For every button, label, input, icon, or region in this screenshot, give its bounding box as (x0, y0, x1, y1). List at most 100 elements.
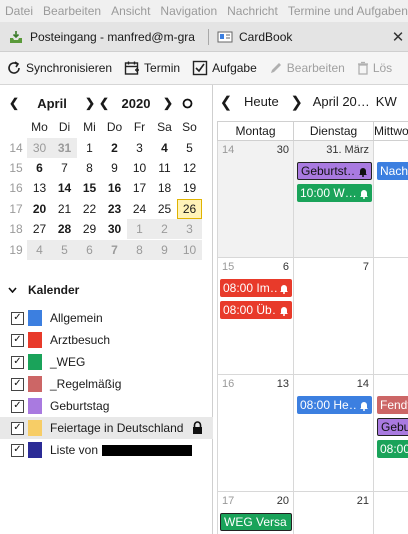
calendar-event[interactable]: 08:00 Üb… (220, 301, 292, 319)
minical-day[interactable]: 7 (52, 158, 77, 178)
minical-day[interactable]: 14 (52, 178, 77, 198)
minical-day[interactable]: 2 (102, 138, 127, 158)
tab-cardbook[interactable]: CardBook (209, 22, 388, 51)
week-number[interactable]: 14 (5, 141, 27, 155)
minical-day[interactable]: 16 (102, 178, 127, 198)
prev-year-icon[interactable]: ❮ (98, 96, 110, 110)
menu-item-5[interactable]: Termine und Aufgaben (283, 4, 408, 18)
minical-day[interactable]: 3 (177, 219, 202, 240)
next-period-icon[interactable]: ❯ (285, 93, 309, 111)
minical-day[interactable]: 6 (77, 239, 102, 260)
today-button[interactable]: Heute (244, 94, 279, 109)
minical-day[interactable]: 5 (52, 239, 77, 260)
prev-period-icon[interactable]: ❮ (214, 93, 238, 111)
calendar-item[interactable]: ✓ Geburtstag (8, 395, 208, 417)
calendar-event[interactable]: Geburtst… (297, 162, 372, 180)
minical-day[interactable]: 3 (127, 138, 152, 158)
menu-item-4[interactable]: Nachricht (222, 4, 283, 18)
day-cell[interactable] (374, 258, 408, 375)
minical-day[interactable]: 1 (77, 138, 102, 158)
day-cell[interactable] (374, 492, 408, 534)
day-cell[interactable]: 7 (294, 258, 374, 375)
minical-day-today[interactable]: 26 (177, 198, 202, 219)
minical-day[interactable]: 9 (152, 239, 177, 260)
minical-day[interactable]: 17 (127, 178, 152, 198)
day-cell[interactable]: 14 30 (217, 141, 294, 258)
calendar-event[interactable]: Gebu (377, 418, 408, 436)
close-tab-icon[interactable]: ✕ (388, 28, 408, 46)
minical-day[interactable]: 28 (52, 219, 77, 239)
minical-day[interactable]: 18 (152, 178, 177, 198)
calendar-event[interactable]: Fendt (377, 396, 408, 414)
minical-day[interactable]: 9 (102, 158, 127, 178)
next-year-icon[interactable]: ❯ (162, 96, 174, 110)
minical-day[interactable]: 8 (127, 239, 152, 260)
minical-day[interactable]: 22 (77, 199, 102, 219)
minical-day[interactable]: 4 (27, 239, 52, 260)
calendar-event[interactable]: 08:00 He… (297, 396, 372, 414)
new-task-button[interactable]: Aufgabe (186, 55, 263, 81)
calendar-list-header[interactable]: Kalender (8, 281, 208, 299)
menu-item-2[interactable]: Ansicht (106, 4, 155, 18)
minical-day[interactable]: 20 (27, 199, 52, 219)
week-number[interactable]: 16 (5, 181, 27, 195)
week-number[interactable]: 15 (5, 161, 27, 175)
today-circle-icon[interactable] (182, 98, 193, 109)
calendar-checkbox[interactable]: ✓ (11, 355, 24, 369)
calendar-item[interactable]: ✓ Allgemein (8, 307, 208, 329)
new-event-button[interactable]: Termin (118, 55, 186, 81)
next-month-icon[interactable]: ❯ (84, 96, 96, 110)
minical-day[interactable]: 11 (152, 158, 177, 178)
minical-day[interactable]: 12 (177, 158, 202, 178)
calendar-item[interactable]: ✓ _WEG (8, 351, 208, 373)
sync-button[interactable]: Synchronisieren (0, 55, 118, 81)
minical-day[interactable]: 6 (27, 158, 52, 178)
day-cell[interactable]: 14 (294, 375, 374, 492)
minical-day[interactable]: 30 (27, 137, 52, 158)
calendar-checkbox[interactable]: ✓ (11, 421, 24, 435)
calendar-item[interactable]: ✓ Arztbesuch (8, 329, 208, 351)
calendar-event[interactable]: WEG Versa… (220, 513, 292, 531)
minical-day[interactable]: 19 (177, 178, 202, 198)
day-cell[interactable]: 21 (294, 492, 374, 534)
minical-day[interactable]: 10 (177, 239, 202, 260)
calendar-event[interactable]: 08:00 Im… (220, 279, 292, 297)
minical-day[interactable]: 7 (102, 239, 127, 260)
menu-item-1[interactable]: Bearbeiten (38, 4, 106, 18)
calendar-checkbox[interactable]: ✓ (11, 399, 24, 413)
menu-item-3[interactable]: Navigation (155, 4, 222, 18)
minical-day[interactable]: 29 (77, 219, 102, 239)
week-number[interactable]: 17 (5, 202, 27, 216)
minical-day[interactable]: 25 (152, 199, 177, 219)
minical-day[interactable]: 13 (27, 178, 52, 198)
calendar-item[interactable]: ✓ Feiertage in Deutschland (0, 417, 213, 439)
minical-day[interactable]: 4 (152, 138, 177, 158)
calendar-event[interactable]: 10:00 W… (297, 184, 372, 202)
minical-day[interactable]: 30 (102, 219, 127, 239)
calendar-item[interactable]: ✓ _Regelmäßig (8, 373, 208, 395)
minical-day[interactable]: 21 (52, 199, 77, 219)
calendar-item[interactable]: ✓ Liste von (8, 439, 208, 461)
minical-day[interactable]: 27 (27, 219, 52, 239)
menu-item-0[interactable]: Datei (0, 4, 38, 18)
week-number[interactable]: 19 (5, 243, 27, 257)
calendar-checkbox[interactable]: ✓ (11, 333, 24, 347)
minical-day[interactable]: 31 (52, 137, 77, 158)
minical-day[interactable]: 24 (127, 199, 152, 219)
prev-month-icon[interactable]: ❮ (8, 96, 20, 110)
calendar-checkbox[interactable]: ✓ (11, 311, 24, 325)
calendar-event[interactable]: Nacha (377, 162, 408, 180)
day-cell[interactable]: 16 13 (217, 375, 294, 492)
minical-day[interactable]: 1 (127, 219, 152, 240)
week-number[interactable]: 18 (5, 222, 27, 236)
calendar-event[interactable]: 08:00 (377, 440, 408, 458)
minical-day[interactable]: 15 (77, 178, 102, 198)
delete-button[interactable]: Lös (351, 55, 398, 81)
calendar-checkbox[interactable]: ✓ (11, 377, 24, 391)
minical-day[interactable]: 23 (102, 199, 127, 219)
minical-day[interactable]: 8 (77, 158, 102, 178)
calendar-checkbox[interactable]: ✓ (11, 443, 24, 457)
minical-day[interactable]: 2 (152, 219, 177, 240)
day-cell[interactable] (374, 141, 408, 258)
minical-day[interactable]: 10 (127, 158, 152, 178)
